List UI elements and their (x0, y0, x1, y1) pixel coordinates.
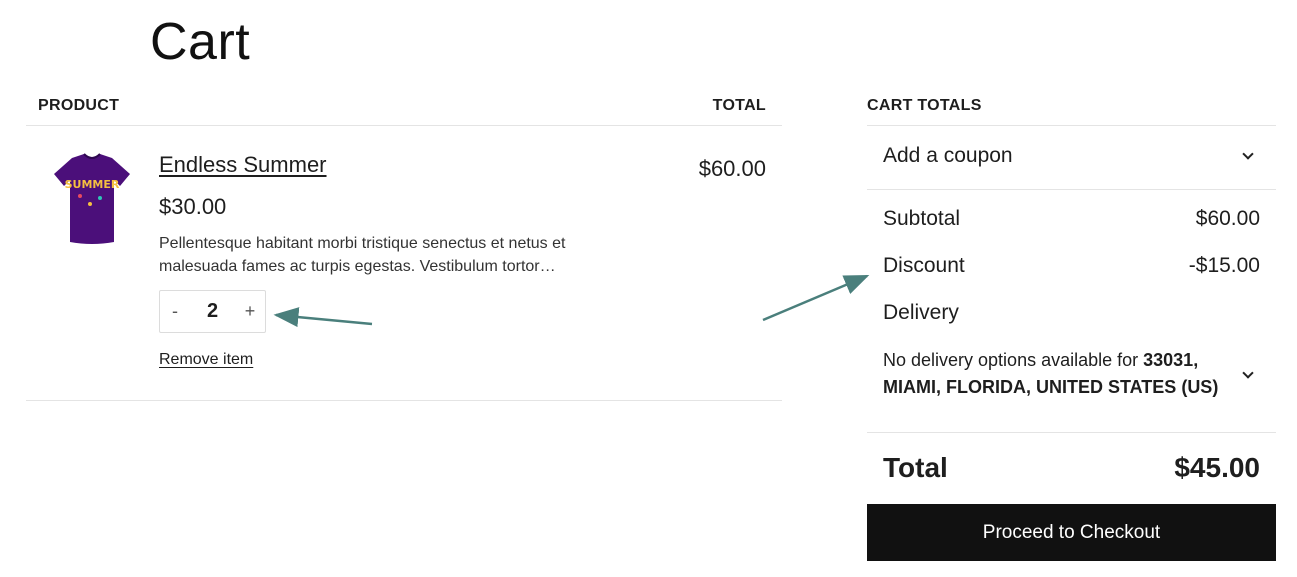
quantity-increase-button[interactable]: + (235, 301, 265, 322)
discount-label: Discount (883, 254, 965, 277)
chevron-down-icon (1242, 148, 1254, 160)
quantity-input[interactable]: 2 (190, 300, 235, 323)
subtotal-label: Subtotal (883, 207, 961, 230)
product-name-link[interactable]: Endless Summer (159, 152, 327, 178)
add-coupon-label: Add a coupon (883, 144, 1013, 167)
delivery-row: Delivery (883, 301, 1260, 325)
proceed-to-checkout-button[interactable]: Proceed to Checkout (867, 504, 1276, 561)
remove-item-link[interactable]: Remove item (159, 351, 253, 369)
product-description: Pellentesque habitant morbi tristique se… (159, 235, 566, 275)
line-total: $60.00 (698, 156, 766, 181)
chevron-down-icon (1242, 367, 1254, 379)
subtotal-value: $60.00 (1195, 207, 1260, 230)
cart-totals: CART TOTALS Add a coupon Subtotal $60.00… (867, 92, 1276, 561)
total-label: Total (883, 452, 948, 483)
divider (867, 432, 1276, 433)
cart-table-header: PRODUCT TOTAL (26, 92, 782, 126)
thumbnail-text: SUMMER (65, 178, 120, 191)
quantity-decrease-button[interactable]: - (160, 301, 190, 322)
page-title: Cart (150, 13, 251, 71)
discount-value: -$15.00 (1188, 254, 1260, 277)
add-coupon-toggle[interactable]: Add a coupon (867, 126, 1276, 190)
cart-table: PRODUCT TOTAL SUMMER Endless Summer $30.… (26, 92, 782, 401)
quantity-stepper: - 2 + (159, 290, 266, 333)
delivery-label: Delivery (883, 301, 959, 324)
column-header-product: PRODUCT (38, 97, 120, 114)
delivery-note: No delivery options available for 33031,… (883, 347, 1233, 401)
delivery-note-text: No delivery options available for (883, 350, 1144, 370)
total-value: $45.00 (1174, 452, 1260, 483)
product-thumbnail[interactable]: SUMMER (50, 152, 134, 248)
cart-item-row: SUMMER Endless Summer $30.00 Pellentesqu… (26, 126, 782, 401)
column-header-total: TOTAL (712, 97, 766, 114)
product-unit-price: $30.00 (159, 194, 227, 219)
cart-totals-header: CART TOTALS (867, 92, 1276, 126)
total-row: Total $45.00 (883, 452, 1260, 484)
subtotal-row: Subtotal $60.00 (883, 207, 1260, 231)
cart-totals-title: CART TOTALS (867, 97, 982, 114)
discount-row: Discount -$15.00 (883, 254, 1260, 278)
